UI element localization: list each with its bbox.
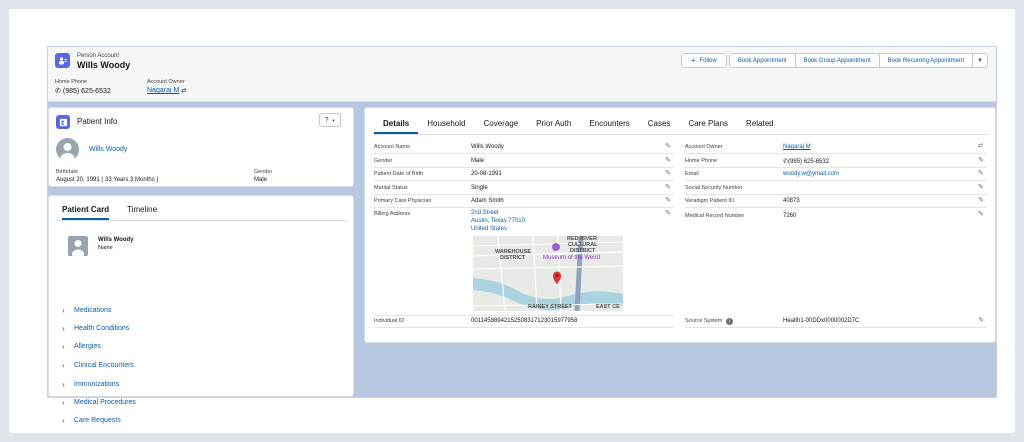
chevron-right-icon: › [62,398,65,407]
field-source-system: Source System i Health1-00DDx0000002D7C … [685,315,987,328]
chevron-right-icon: › [62,342,65,351]
phone-icon: ✆ [55,88,61,95]
change-owner-icon[interactable]: ⇄ [181,87,186,94]
account-owner-link[interactable]: Nagaraj M [147,87,179,94]
patient-name-link[interactable]: Wills Woody [89,146,127,153]
field-individual-id: Individual ID 00114588942152508317123015… [374,315,674,328]
more-actions-button[interactable]: ▼ [972,53,988,68]
patient-card-name: Wills Woody [98,237,134,243]
billing-street[interactable]: 2nd Street [471,210,499,216]
edit-pencil-icon[interactable]: ✎ [978,157,985,164]
record-type: Person Account [77,53,120,59]
edit-pencil-icon[interactable]: ✎ [978,184,985,191]
field-veradigm-patient-id: Veradigm Patient ID 40873 ✎ [685,195,987,208]
follow-button[interactable]: + Follow [680,53,727,68]
header-home-phone: Home Phone ✆ (985) 625-6532 [55,79,111,95]
field-date-of-birth: Patient Date of Birth 20-08-1991 ✎ [374,168,674,181]
edit-pencil-icon[interactable]: ✎ [665,184,672,191]
patient-card-avatar [68,236,88,256]
section-health-conditions[interactable]: › Health Conditions [62,324,129,333]
edit-pencil-icon[interactable]: ✎ [978,197,985,204]
details-panel: Details Household Coverage Prior Auth En… [364,107,996,343]
tab-encounters[interactable]: Encounters [580,119,638,134]
header-account-owner: Account Owner Nagaraj M ⇄ [147,79,186,94]
tab-cases[interactable]: Cases [639,119,680,134]
chevron-right-icon: › [62,324,65,333]
edit-pencil-icon[interactable]: ✎ [665,210,672,217]
patient-card-tabs: Patient Card Timeline [56,205,348,221]
gender-value: Male [254,177,268,183]
address-map[interactable]: WAREHOUSE DISTRICT RED RIVER CULTURAL DI… [473,236,623,311]
map-poi-label: Museum of the Weird [543,255,600,261]
app-window: Person Account Wills Woody + Follow Book … [47,46,997,425]
section-clinical-encounters[interactable]: › Clinical Encounters [62,361,134,370]
record-tabs: Details Household Coverage Prior Auth En… [374,119,988,135]
chevron-down-icon: ▼ [331,117,336,123]
field-email: Email woody.w@ymail.com ✎ [685,168,987,181]
tab-details[interactable]: Details [374,119,419,134]
chevron-right-icon: › [62,380,65,389]
help-dropdown-button[interactable]: ? ▼ [319,113,341,127]
section-immunizations[interactable]: › Immunizations [62,380,119,389]
avatar [56,138,79,161]
chevron-right-icon: › [62,361,65,370]
tab-care-plans[interactable]: Care Plans [679,119,737,134]
field-ssn: Social Security Number ✎ [685,182,987,195]
tab-coverage[interactable]: Coverage [474,119,527,134]
home-phone-label: Home Phone [55,79,88,85]
patient-card-name-label: Name [98,245,113,251]
person-account-icon [55,53,70,68]
gender-label: Gender [254,169,273,175]
edit-pencil-icon[interactable]: ✎ [665,197,672,204]
header-actions: + Follow Book Appointment Book Group Appo… [680,53,988,68]
record-header: Person Account Wills Woody + Follow Book … [48,47,996,102]
book-recurring-appointment-button[interactable]: Book Recurring Appointment [878,53,973,68]
panel-title: Patient Info [77,117,118,126]
tab-household[interactable]: Household [418,119,474,134]
field-marital-status: Marital Status Single ✎ [374,182,674,195]
change-owner-icon[interactable]: ⇄ [978,143,985,150]
billing-country[interactable]: United States [471,226,507,232]
patient-info-icon [56,115,70,129]
appointment-button-group: Book Appointment Book Group Appointment … [728,53,988,68]
edit-pencil-icon[interactable]: ✎ [665,170,672,177]
chevron-right-icon: › [62,416,65,425]
home-phone-value[interactable]: (985) 625-6532 [63,88,111,95]
edit-pencil-icon[interactable]: ✎ [978,211,985,218]
patient-card-panel: Patient Card Timeline Wills Woody Name ›… [48,195,354,425]
field-home-phone: Home Phone ✆(985) 625-6532 ✎ [685,155,987,168]
tab-related[interactable]: Related [737,119,783,134]
section-allergies[interactable]: › Allergies [62,342,101,351]
screenshot-frame: Person Account Wills Woody + Follow Book … [9,9,1015,433]
info-icon[interactable]: i [726,317,734,325]
book-group-appointment-button[interactable]: Book Group Appointment [794,53,880,68]
chevron-right-icon: › [62,306,65,315]
tab-timeline[interactable]: Timeline [127,205,157,220]
section-medications[interactable]: › Medications [62,306,111,315]
patient-info-panel: Patient Info ? ▼ Wills Woody Birthdate Au… [48,107,354,187]
edit-pencil-icon[interactable]: ✎ [978,317,985,324]
field-gender: Gender Male ✎ [374,155,674,168]
record-name: Wills Woody [77,60,131,70]
account-owner-label: Account Owner [147,79,185,85]
field-medical-record-number: Medical Record Number 7260 ✎ [685,211,985,219]
section-care-requests[interactable]: › Care Requests [62,416,121,425]
tab-prior-auth[interactable]: Prior Auth [527,119,580,134]
edit-pencil-icon[interactable]: ✎ [665,157,672,164]
birthdate-label: Birthdate [56,169,79,175]
billing-city[interactable]: Austin, Texas 77010 [471,218,525,224]
book-appointment-button[interactable]: Book Appointment [728,53,796,68]
field-primary-care-physician: Primary Care Physician Adam Smith ✎ [374,195,674,208]
field-account-owner: Account Owner Nagaraj M ⇄ [685,141,987,154]
section-medical-procedures[interactable]: › Medical Procedures [62,398,136,407]
plus-icon: + [690,56,696,65]
chevron-down-icon: ▼ [977,57,983,64]
birthdate-value: August 20, 1991 ( 33 Years 3 Months ) [56,177,159,183]
tab-patient-card[interactable]: Patient Card [62,205,110,220]
edit-pencil-icon[interactable]: ✎ [978,170,985,177]
edit-pencil-icon[interactable]: ✎ [665,143,672,150]
field-account-name: Account Name Wills Woody ✎ [374,141,674,154]
